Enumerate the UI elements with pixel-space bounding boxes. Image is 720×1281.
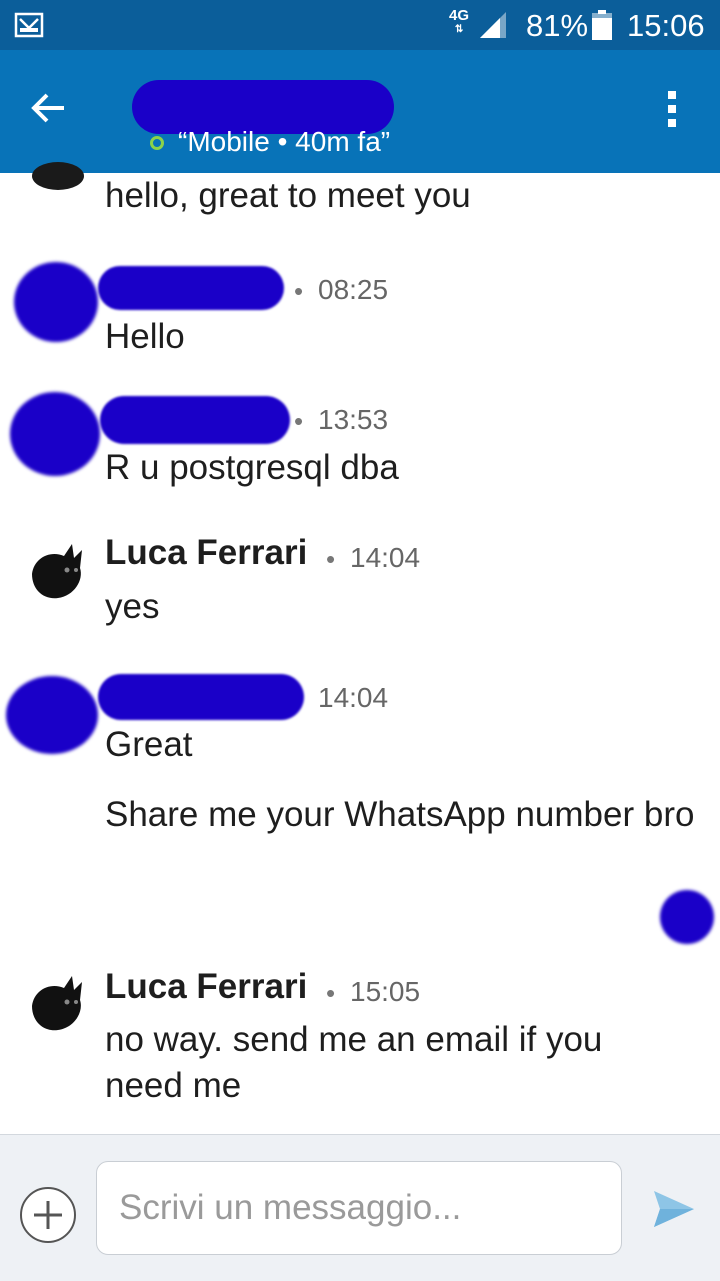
more-vert-icon[interactable] <box>654 86 690 136</box>
avatar-redaction <box>14 262 98 342</box>
plus-icon[interactable] <box>18 1185 78 1245</box>
signal-icon <box>480 12 506 38</box>
message-time: 14:04 <box>350 542 421 573</box>
conversation-header: “Mobile • 40m fa” <box>0 50 720 173</box>
sender-name-redaction <box>98 266 284 310</box>
message-text: yes <box>105 587 160 626</box>
cat-avatar-icon <box>32 162 84 190</box>
separator-dot: • <box>326 544 336 574</box>
arrow-left-icon[interactable] <box>26 86 70 130</box>
network-type: 4G <box>449 7 470 24</box>
online-status-icon <box>150 136 164 150</box>
separator-dot: • <box>326 978 336 1008</box>
message-time: 13:53 <box>318 404 389 435</box>
sender-name[interactable]: Luca Ferrari <box>105 533 307 573</box>
sender-name[interactable]: Luca Ferrari <box>105 967 307 1007</box>
message-time: 08:25 <box>318 274 389 305</box>
message-text: R u postgresql dba <box>105 448 399 487</box>
message-text: hello, great to meet you <box>105 176 471 215</box>
cat-avatar-icon <box>26 974 86 1034</box>
separator-dot: • <box>294 276 304 306</box>
battery-icon <box>592 10 612 40</box>
read-receipt-redaction <box>660 890 714 944</box>
network-indicator: 4G ⇅ <box>449 7 470 37</box>
cat-avatar-icon <box>26 542 86 602</box>
send-icon[interactable] <box>652 1189 696 1229</box>
avatar-redaction <box>10 392 100 476</box>
presence-status: “Mobile • 40m fa” <box>178 126 391 157</box>
battery-percent: 81% <box>526 8 589 43</box>
message-composer <box>0 1134 720 1281</box>
data-arrows-icon: ⇅ <box>454 24 464 35</box>
avatar-redaction <box>6 676 98 754</box>
sender-name-redaction <box>98 674 304 720</box>
status-time: 15:06 <box>627 8 705 43</box>
sender-name-redaction <box>100 396 290 444</box>
mail-icon <box>14 12 44 38</box>
message-text: Share me your WhatsApp number bro <box>105 795 695 834</box>
message-text: no way. send me an email if you need me <box>105 1020 603 1105</box>
message-input[interactable] <box>96 1161 622 1255</box>
message-time: 15:05 <box>350 976 421 1007</box>
message-time: 14:04 <box>318 682 389 713</box>
message-text: Hello <box>105 317 185 356</box>
message-text: Great <box>105 725 193 764</box>
separator-dot: • <box>294 406 304 436</box>
status-bar: 4G ⇅ 81% 15:06 <box>0 0 720 50</box>
